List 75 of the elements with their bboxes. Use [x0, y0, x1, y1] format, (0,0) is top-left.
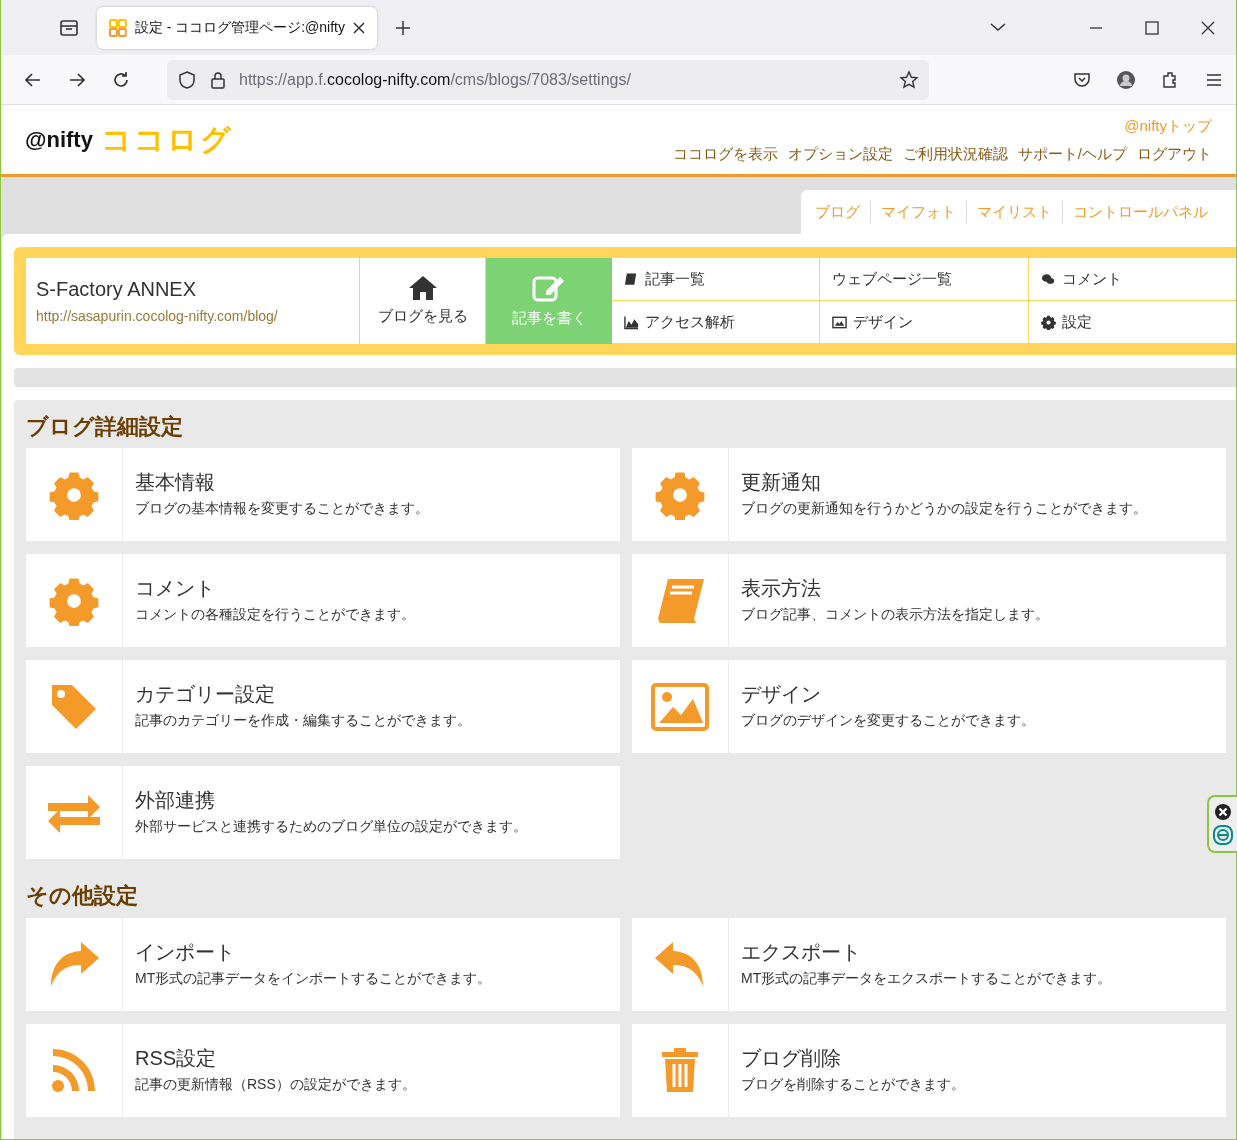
header-nav-link[interactable]: ココログを表示 [672, 144, 778, 162]
blog-menu-item[interactable]: デザイン [820, 301, 1028, 343]
blog-url-link[interactable]: http://sasapurin.cocolog-nifty.com/blog/ [36, 308, 278, 324]
lock-icon [209, 69, 227, 90]
image-icon [832, 314, 848, 330]
card-title: ブログ削除 [741, 1045, 842, 1070]
settings-card[interactable]: エクスポート MT形式の記事データをエクスポートすることができます。 [632, 917, 1226, 1011]
blog-menu-item[interactable]: ウェブページ一覧 [820, 258, 1028, 300]
card-description: ブログ記事、コメントの表示方法を指定します。 [741, 605, 1049, 625]
settings-card[interactable]: カテゴリー設定 記事のカテゴリーを作成・編集することができます。 [26, 660, 620, 754]
card-description: MT形式の記事データをエクスポートすることができます。 [741, 968, 1112, 988]
logo-text: ココログ [100, 122, 233, 158]
settings-card[interactable]: コメント コメントの各種設定を行うことができます。 [26, 554, 620, 648]
address-bar[interactable]: https://app.f.cocolog-nifty.com/cms/blogs/7083/settings/ [167, 59, 929, 100]
blog-menu-item[interactable]: 記事一覧 [612, 258, 820, 300]
settings-card[interactable]: デザイン ブログのデザインを変更することができます。 [632, 660, 1226, 754]
area-chart-icon [624, 314, 639, 330]
reload-icon[interactable] [111, 69, 131, 90]
image-icon [651, 682, 709, 731]
card-description: 記事のカテゴリーを作成・編集することができます。 [135, 711, 471, 731]
logo-text: @nifty [25, 126, 93, 154]
settings-card[interactable]: RSS設定 記事の更新情報（RSS）の設定ができます。 [26, 1023, 620, 1117]
header-nav-link[interactable]: ご利用状況確認 [902, 144, 1008, 162]
card-title: コメント [135, 576, 216, 601]
card-description: コメントの各種設定を行うことができます。 [135, 605, 415, 625]
book-icon [624, 271, 639, 287]
tag-icon [50, 682, 98, 731]
card-title: エクスポート [741, 939, 862, 964]
shield-icon [177, 69, 197, 90]
settings-card[interactable]: 外部連携 外部サービスと連携するためのブログ単位の設定ができます。 [26, 766, 620, 860]
card-description: MT形式の記事データをインポートすることができます。 [135, 968, 492, 988]
settings-card[interactable]: インポート MT形式の記事データをインポートすることができます。 [26, 917, 620, 1011]
swap-arrows-icon [46, 792, 102, 833]
gear-icon [1040, 314, 1056, 330]
card-title: カテゴリー設定 [135, 682, 276, 707]
star-icon[interactable] [899, 69, 919, 90]
card-title: RSS設定 [135, 1045, 218, 1070]
settings-card[interactable]: 基本情報 ブログの基本情報を変更することができます。 [26, 448, 620, 542]
card-description: ブログのデザインを変更することができます。 [741, 711, 1035, 731]
view-blog-button[interactable]: ブログを見る [360, 258, 486, 344]
settings-card[interactable]: ブログ削除 ブログを削除することができます。 [632, 1023, 1226, 1117]
card-description: ブログを削除することができます。 [741, 1074, 965, 1094]
browser-tab[interactable]: 設定 - ココログ管理ページ:@nifty [97, 6, 377, 49]
blog-menu-item[interactable]: コメント [1028, 258, 1236, 300]
card-description: ブログの更新通知を行うかどうかの設定を行うことができます。 [741, 499, 1147, 519]
trash-icon [660, 1047, 700, 1094]
card-description: 外部サービスと連携するためのブログ単位の設定ができます。 [135, 817, 527, 837]
card-title: 更新通知 [741, 470, 822, 495]
e-logo-icon[interactable] [1213, 825, 1233, 845]
card-title: デザイン [741, 682, 822, 707]
url-text: https://app.f.cocolog-nifty.com/cms/blogs/7083/settings/ [239, 69, 632, 90]
card-title: 基本情報 [135, 470, 216, 495]
card-title: 表示方法 [741, 576, 822, 601]
header-nav-link[interactable]: オプション設定 [787, 144, 893, 162]
avatar-icon[interactable] [1116, 69, 1136, 90]
rss-icon [51, 1047, 97, 1094]
settings-card[interactable]: 表示方法 ブログ記事、コメントの表示方法を指定します。 [632, 554, 1226, 648]
settings-card[interactable]: 更新通知 ブログの更新通知を行うかどうかの設定を行うことができます。 [632, 448, 1226, 542]
home-icon [407, 274, 438, 301]
section-title: ブログ詳細設定 [26, 414, 184, 441]
blog-name: S-Factory ANNEX [36, 277, 198, 302]
card-description: 記事の更新情報（RSS）の設定ができます。 [135, 1074, 416, 1094]
header-nav-link[interactable]: ログアウト [1137, 144, 1212, 162]
blog-menu-item[interactable]: 設定 [1028, 301, 1236, 343]
speech-bubbles-icon [1040, 271, 1056, 287]
section-title: その他設定 [26, 883, 139, 910]
card-title: 外部連携 [135, 788, 216, 813]
blog-menu-item[interactable]: アクセス解析 [612, 301, 820, 343]
card-description: ブログの基本情報を変更することができます。 [135, 499, 429, 519]
header-nav-link[interactable]: サポート/ヘルプ [1017, 144, 1127, 162]
tab-title: 設定 - ココログ管理ページ:@nifty [134, 18, 345, 37]
site-favicon [109, 18, 127, 37]
close-icon[interactable] [1214, 803, 1232, 821]
card-title: インポート [135, 939, 236, 964]
new-tab-icon[interactable] [395, 19, 411, 36]
